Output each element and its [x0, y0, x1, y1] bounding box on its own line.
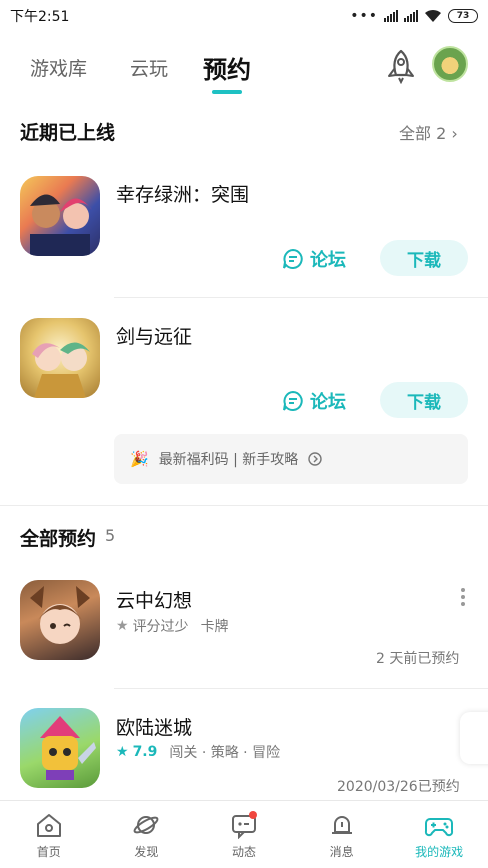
chevron-right-icon: ›	[451, 124, 458, 143]
reservation-note: 2 天前已预约	[376, 651, 460, 667]
nav-messages-label: 消息	[329, 845, 354, 859]
signal-icon	[384, 10, 398, 22]
status-bar: 下午2:51 ••• 73	[0, 0, 488, 32]
download-button[interactable]: 下载	[380, 382, 468, 418]
game-tags: 闯关 · 策略 · 冒险	[169, 745, 281, 761]
game-name[interactable]: 欧陆迷城	[116, 713, 192, 740]
party-popper-icon: 🎉	[130, 450, 149, 468]
recent-see-all-label: 全部 2	[399, 124, 447, 143]
bottom-nav: 首页 发现 动态 消息 我的游戏	[0, 800, 488, 868]
reservation-note: 2020/03/26已预约	[337, 779, 460, 795]
section-divider	[0, 505, 488, 506]
game-icon-survival-oasis[interactable]	[20, 176, 100, 256]
divider	[114, 688, 488, 689]
status-icons: ••• 73	[350, 8, 478, 24]
forum-button[interactable]: 论坛	[282, 388, 346, 414]
nav-messages[interactable]: 消息	[293, 801, 391, 868]
game-name[interactable]: 剑与远征	[116, 322, 192, 349]
promo-banner[interactable]: 🎉 最新福利码 | 新手攻略	[114, 434, 468, 484]
recent-section-title: 近期已上线	[20, 122, 116, 144]
nav-my-games[interactable]: 我的游戏	[390, 801, 488, 868]
wifi-icon	[425, 9, 441, 22]
promo-text: 最新福利码 | 新手攻略	[158, 452, 299, 468]
game-meta: ★ 7.9 闯关 · 策略 · 冒险	[116, 742, 280, 762]
gamepad-icon	[425, 818, 454, 837]
home-icon	[36, 814, 61, 837]
tab-reservations[interactable]: 预约	[203, 50, 251, 85]
top-tabs: 游戏库 云玩 预约	[0, 42, 488, 102]
active-tab-indicator	[212, 90, 242, 94]
user-avatar[interactable]	[432, 46, 468, 82]
tab-cloud-play[interactable]: 云玩	[130, 54, 168, 81]
star-icon: ★	[116, 744, 129, 760]
forum-label: 论坛	[310, 392, 346, 413]
forum-button[interactable]: 论坛	[282, 246, 346, 272]
planet-icon	[133, 816, 159, 834]
nav-discover[interactable]: 发现	[98, 801, 196, 868]
bell-icon	[331, 816, 352, 834]
nav-home-label: 首页	[36, 845, 61, 859]
forum-label: 论坛	[310, 250, 346, 271]
download-button[interactable]: 下载	[380, 240, 468, 276]
status-time: 下午2:51	[10, 9, 70, 25]
forum-icon	[283, 248, 303, 269]
reserved-count: 5	[105, 526, 116, 545]
nav-activity[interactable]: 动态	[195, 801, 293, 868]
arrow-circle-icon	[308, 452, 323, 466]
game-name[interactable]: 幸存绿洲：突围	[116, 180, 249, 207]
nav-discover-label: 发现	[134, 845, 159, 859]
nav-home[interactable]: 首页	[0, 801, 98, 868]
rating-value: 7.9	[132, 744, 158, 760]
game-icon-cloud-fantasy[interactable]	[20, 580, 100, 660]
game-meta: ★ 评分过少 卡牌	[116, 616, 229, 636]
floating-side-button[interactable]	[460, 712, 488, 764]
game-icon-afk-arena[interactable]	[20, 318, 100, 398]
rating-text: 评分过少	[132, 619, 189, 635]
star-icon: ★	[116, 618, 129, 634]
reserved-section-title: 全部预约	[20, 528, 97, 550]
more-options-icon[interactable]	[458, 588, 468, 606]
rocket-icon[interactable]	[384, 48, 418, 84]
signal-icon-2	[404, 10, 418, 22]
tab-game-library[interactable]: 游戏库	[30, 54, 87, 81]
game-name[interactable]: 云中幻想	[116, 586, 192, 613]
battery-icon: 73	[448, 9, 478, 23]
game-icon-euro-maze[interactable]	[20, 708, 100, 788]
nav-my-games-label: 我的游戏	[415, 845, 464, 859]
more-dots-icon: •••	[350, 8, 378, 24]
recent-see-all-link[interactable]: 全部 2 ›	[399, 120, 458, 144]
nav-activity-label: 动态	[231, 845, 256, 859]
divider	[114, 297, 488, 298]
game-tags: 卡牌	[200, 619, 229, 635]
forum-icon	[283, 390, 303, 411]
